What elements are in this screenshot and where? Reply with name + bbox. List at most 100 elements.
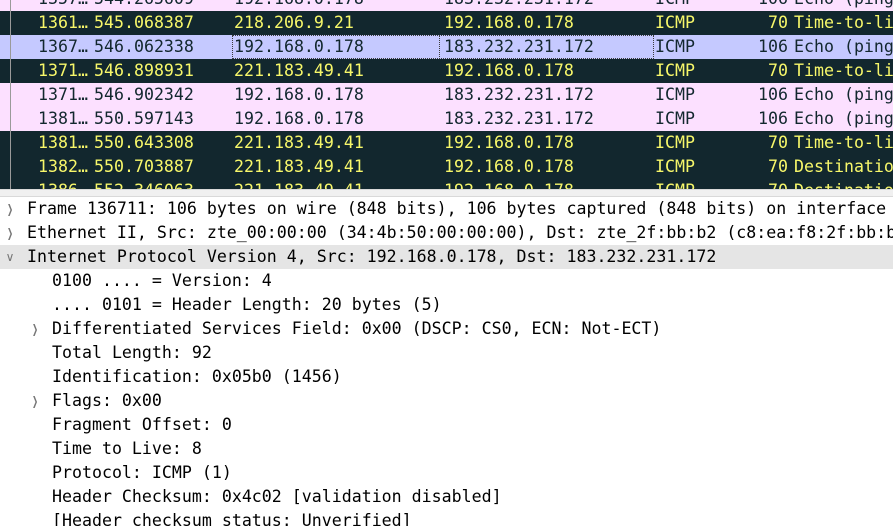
packet-time-cell: 546.902342 [94,85,194,104]
pane-splitter[interactable] [0,189,893,197]
packet-number-cell: 1382… [38,157,88,176]
packet-protocol-cell: ICMP [655,61,695,80]
packet-list[interactable]: 1357…544.265609192.168.0.178183.232.231.… [0,0,893,189]
packet-source-cell: 192.168.0.178 [234,85,364,104]
packet-row[interactable]: 1371… 546.902342 192.168.0.178 183.232.231.… [0,83,893,107]
detail-tree-node[interactable]: ∨ Internet Protocol Version 4, Src: 192.1… [0,245,893,269]
packet-number-cell: 1386… [38,179,88,189]
packet-length-cell: 70 [758,179,788,189]
packet-number-cell: 1371… [38,61,88,80]
chevron-down-icon[interactable]: ∨ [3,245,17,269]
packet-time-cell: 544.265609 [94,0,194,11]
packet-row[interactable]: 1371… 546.898931 221.183.49.41 192.168.0.17… [0,59,893,83]
packet-length-cell: 70 [768,13,788,32]
detail-text: Ethernet II, Src: zte_00:00:00 (34:4b:50… [27,223,893,242]
packet-destination-cell: 183.232.231.172 [444,0,594,11]
detail-tree-field[interactable]: Identification: 0x05b0 (1456) [0,365,893,389]
packet-number-cell: 1381… [38,133,88,152]
packet-info-cell: Destinatio [794,157,893,176]
packet-info-cell: Echo (ping [794,85,893,104]
detail-text: Identification: 0x05b0 (1456) [52,367,342,386]
detail-text: Differentiated Services Field: 0x00 (DSC… [52,319,662,338]
detail-tree-node[interactable]: ❯ Frame 136711: 106 bytes on wire (848 bi… [0,197,893,221]
packet-time-cell: 550.643308 [94,133,194,152]
packet-time-cell: 546.898931 [94,61,194,80]
packet-length-cell: 70 [768,133,788,152]
detail-tree-field[interactable]: [Header checksum status: Unverified] [0,509,893,526]
detail-text: Time to Live: 8 [52,439,202,458]
packet-row-selected[interactable]: 1367… 546.062338 192.168.0.178 183.232.231.… [0,35,893,59]
packet-info-cell: Time-to-li [794,133,893,152]
packet-source-cell: 218.206.9.21 [234,13,354,32]
packet-row[interactable]: 1382… 550.703887 221.183.49.41 192.168.0.17… [0,155,893,179]
detail-tree-field[interactable]: .... 0101 = Header Length: 20 bytes (5) [0,293,893,317]
detail-tree-field[interactable]: Protocol: ICMP (1) [0,461,893,485]
packet-source-cell: 221.183.49.41 [234,133,364,152]
detail-tree-field[interactable]: Total Length: 92 [0,341,893,365]
detail-tree-field[interactable]: ❯ Flags: 0x00 [0,389,893,413]
packet-tree-line [10,0,11,11]
packet-row[interactable]: 1357… 544.265609 192.168.0.178 183.232.231.… [0,0,893,11]
packet-row[interactable]: 1381… 550.643308 221.183.49.41 192.168.0.17… [0,131,893,155]
packet-tree-line [10,59,11,83]
packet-number-cell: 1367… [38,37,88,56]
packet-destination-cell: 183.232.231.172 [444,85,594,104]
detail-tree-field[interactable]: Fragment Offset: 0 [0,413,893,437]
packet-destination-cell: 183.232.231.172 [444,109,594,128]
packet-info-cell: Time-to-li [794,13,893,32]
packet-details-tree[interactable]: ❯ Frame 136711: 106 bytes on wire (848 bi… [0,197,893,526]
detail-tree-field[interactable]: 0100 .... = Version: 4 [0,269,893,293]
packet-tree-line [10,83,11,107]
packet-time-cell: 546.062338 [94,37,194,56]
packet-tree-line [10,179,11,189]
detail-text: [Header checksum status: Unverified] [52,511,412,526]
packet-destination-cell: 192.168.0.178 [444,61,574,80]
packet-info-cell: Echo (ping [794,37,893,56]
packet-length-cell: 106 [758,109,788,128]
chevron-right-icon[interactable]: ❯ [31,389,39,413]
packet-length-cell: 106 [758,37,788,56]
packet-destination-cell: 192.168.0.178 [444,13,574,32]
chevron-right-icon[interactable]: ❯ [6,197,14,221]
packet-destination-cell: 192.168.0.178 [444,157,574,176]
detail-text: Header Checksum: 0x4c02 [validation disa… [52,487,502,506]
detail-text: Flags: 0x00 [52,391,162,410]
detail-text: Protocol: ICMP (1) [52,463,232,482]
detail-tree-field[interactable]: Time to Live: 8 [0,437,893,461]
packet-info-cell: Time-to-li [794,61,893,80]
detail-text: Internet Protocol Version 4, Src: 192.16… [27,247,717,266]
packet-time-cell: 545.068387 [94,13,194,32]
packet-number-cell: 1371… [38,85,88,104]
packet-info-cell: Destinatio [794,179,893,189]
packet-protocol-cell: ICMP [655,157,695,176]
detail-text: Fragment Offset: 0 [52,415,232,434]
packet-number-cell: 1357… [38,0,88,11]
packet-tree-line [10,131,11,155]
packet-length-cell: 70 [768,61,788,80]
packet-row[interactable]: 1386… 552.346063 221.183.49.41 192.168.0.17… [0,179,893,189]
packet-protocol-cell: ICMP [655,179,695,189]
packet-list-rows: 1357…544.265609192.168.0.178183.232.231.… [0,0,893,189]
packet-tree-line [10,11,11,35]
packet-row[interactable]: 1361… 545.068387 218.206.9.21 192.168.0.178… [0,11,893,35]
packet-source-cell: 192.168.0.178 [232,35,440,59]
packet-length-cell: 106 [758,85,788,104]
detail-text: .... 0101 = Header Length: 20 bytes (5) [52,295,442,314]
packet-tree-line [10,155,11,179]
packet-info-cell: Echo (ping [794,109,893,128]
packet-source-cell: 221.183.49.41 [234,157,364,176]
packet-protocol-cell: ICMP [655,0,695,11]
packet-number-cell: 1381… [38,109,88,128]
packet-source-cell: 192.168.0.178 [234,109,364,128]
packet-source-cell: 221.183.49.41 [234,179,364,189]
chevron-right-icon[interactable]: ❯ [31,317,39,341]
packet-destination-cell: 183.232.231.172 [439,35,654,59]
packet-length-cell: 106 [758,0,788,11]
packet-row[interactable]: 1381… 550.597143 192.168.0.178 183.232.231.… [0,107,893,131]
detail-tree-field[interactable]: ❯ Differentiated Services Field: 0x00 (DS… [0,317,893,341]
chevron-right-icon[interactable]: ❯ [6,221,14,245]
detail-tree-node[interactable]: ❯ Ethernet II, Src: zte_00:00:00 (34:4b:5… [0,221,893,245]
detail-tree-field[interactable]: Header Checksum: 0x4c02 [validation disa… [0,485,893,509]
packet-time-cell: 552.346063 [94,179,194,189]
packet-destination-cell: 192.168.0.178 [444,133,574,152]
